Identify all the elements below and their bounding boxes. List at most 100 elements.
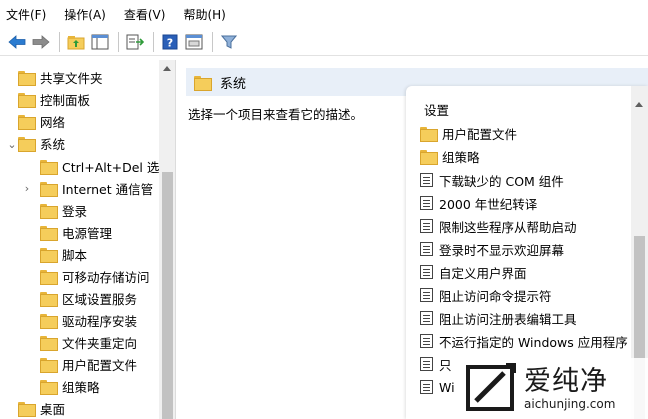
scroll-up-arrow-icon[interactable] [635,102,643,107]
folder-icon [40,159,58,175]
tree-item-label: Internet 通信管 [62,181,154,197]
help-icon[interactable]: ? [159,31,181,53]
toolbar-separator [212,31,213,52]
details-title: 系统 [220,76,247,92]
folder-icon [18,70,36,86]
list-item[interactable]: 2000 年世纪转译 [420,193,537,213]
folder-icon [40,313,58,329]
tree-item-label: 桌面 [40,401,66,417]
menu-help[interactable]: 帮助(H) [183,6,225,23]
tree-item[interactable]: 桌面 [18,397,65,419]
list-item-label: 下载缺少的 COM 组件 [439,173,564,189]
policy-setting-icon [420,196,433,210]
list-item-label: 登录时不显示欢迎屏幕 [439,242,565,258]
list-item-label: 自定义用户界面 [439,265,527,281]
list-item[interactable]: 下载缺少的 COM 组件 [420,170,564,190]
folder-icon [40,269,58,285]
folder-open-icon [18,136,36,152]
tree-item[interactable]: Internet 通信管 [40,177,153,199]
tree-item[interactable]: 控制面板 [18,88,90,110]
filter-icon[interactable] [218,31,240,53]
tree-item[interactable]: 电源管理 [40,221,112,243]
tree-item-label: 控制面板 [40,92,91,108]
export-list-icon[interactable] [124,31,146,53]
watermark: 爱纯净 aichunjing.com [462,358,648,419]
tree-item[interactable]: 可移动存储访问 [40,265,150,287]
list-item[interactable]: 登录时不显示欢迎屏幕 [420,239,564,259]
list-item[interactable]: 不运行指定的 Windows 应用程序 [420,331,628,351]
watermark-url: aichunjing.com [524,396,616,411]
toolbar-separator [153,31,154,52]
policy-setting-icon [420,173,433,187]
folder-icon [420,149,438,165]
list-item-label: 组策略 [442,149,480,165]
list-item[interactable]: Wi [420,377,455,397]
folder-icon [40,291,58,307]
collapse-chevron-icon[interactable]: ⌄ [7,138,17,151]
scrollbar-thumb[interactable] [162,172,173,419]
list-item-label: Wi [439,379,455,395]
policy-setting-icon [420,357,433,371]
tree-item[interactable]: 共享文件夹 [18,66,103,88]
scroll-up-arrow-icon[interactable] [163,66,171,71]
tree-item[interactable]: 用户配置文件 [40,353,137,375]
forward-arrow-icon[interactable] [30,31,52,53]
column-header-setting[interactable]: 设置 [424,100,449,119]
menu-file[interactable]: 文件(F) [6,6,46,23]
toolbar-separator [59,31,60,52]
folder-icon [18,401,36,417]
menu-action[interactable]: 操作(A) [64,6,106,23]
list-item[interactable]: 自定义用户界面 [420,262,527,282]
list-item[interactable]: 组策略 [420,146,480,166]
list-item-label: 2000 年世纪转译 [439,196,538,212]
tree-item[interactable]: 驱动程序安装 [40,309,137,331]
folder-icon [40,379,58,395]
tree-item[interactable]: 网络 [18,110,65,132]
watermark-logo-icon [466,361,518,416]
policy-setting-icon [420,311,433,325]
list-item-label: 阻止访问注册表编辑工具 [439,311,577,327]
properties-icon[interactable] [183,31,205,53]
back-arrow-icon[interactable] [6,31,28,53]
policy-setting-icon [420,242,433,256]
watermark-brand: 爱纯净 [524,365,608,397]
up-folder-icon[interactable] [65,31,87,53]
policy-setting-icon [420,288,433,302]
tree-item[interactable]: 区域设置服务 [40,287,137,309]
tree-item[interactable]: 文件夹重定向 [40,331,137,353]
tree-item-label: 区域设置服务 [62,291,138,307]
tree-item-label: 可移动存储访问 [62,269,150,285]
list-item-label: 用户配置文件 [442,126,518,142]
tree-item-label: 脚本 [62,247,88,263]
folder-icon [40,357,58,373]
tree-item-system[interactable]: 系统 [18,132,66,154]
tree-item-label: Ctrl+Alt+Del 选 [62,159,160,175]
list-item[interactable]: 阻止访问命令提示符 [420,285,552,305]
folder-icon [40,181,58,197]
list-item[interactable]: 限制这些程序从帮助启动 [420,216,577,236]
tree-item-label: 系统 [40,133,66,153]
list-item[interactable]: 用户配置文件 [420,123,517,143]
tree-item[interactable]: 组策略 [40,375,100,397]
tree-item[interactable]: 登录 [40,199,87,221]
menu-bar: 文件(F) 操作(A) 查看(V) 帮助(H) [0,0,648,28]
list-item[interactable]: 只 [420,354,452,374]
list-item-label: 限制这些程序从帮助启动 [439,219,577,235]
toolbar: ? [0,28,648,56]
tree-item-label: 文件夹重定向 [62,335,138,351]
folder-icon [18,114,36,130]
tree-item-label: 用户配置文件 [62,357,138,373]
tree-item-label: 共享文件夹 [40,70,103,86]
folder-icon [194,75,212,91]
tree-scrollbar[interactable] [159,60,175,419]
folder-icon [40,335,58,351]
tree-item[interactable]: 脚本 [40,243,87,265]
policy-setting-icon [420,334,433,348]
expand-chevron-icon[interactable]: › [22,182,32,195]
tree-item[interactable]: Ctrl+Alt+Del 选 [40,155,159,177]
list-item[interactable]: 阻止访问注册表编辑工具 [420,308,577,328]
show-hide-tree-icon[interactable] [89,31,111,53]
list-item-label: 阻止访问命令提示符 [439,288,552,304]
policy-setting-icon [420,380,433,394]
menu-view[interactable]: 查看(V) [124,6,166,23]
